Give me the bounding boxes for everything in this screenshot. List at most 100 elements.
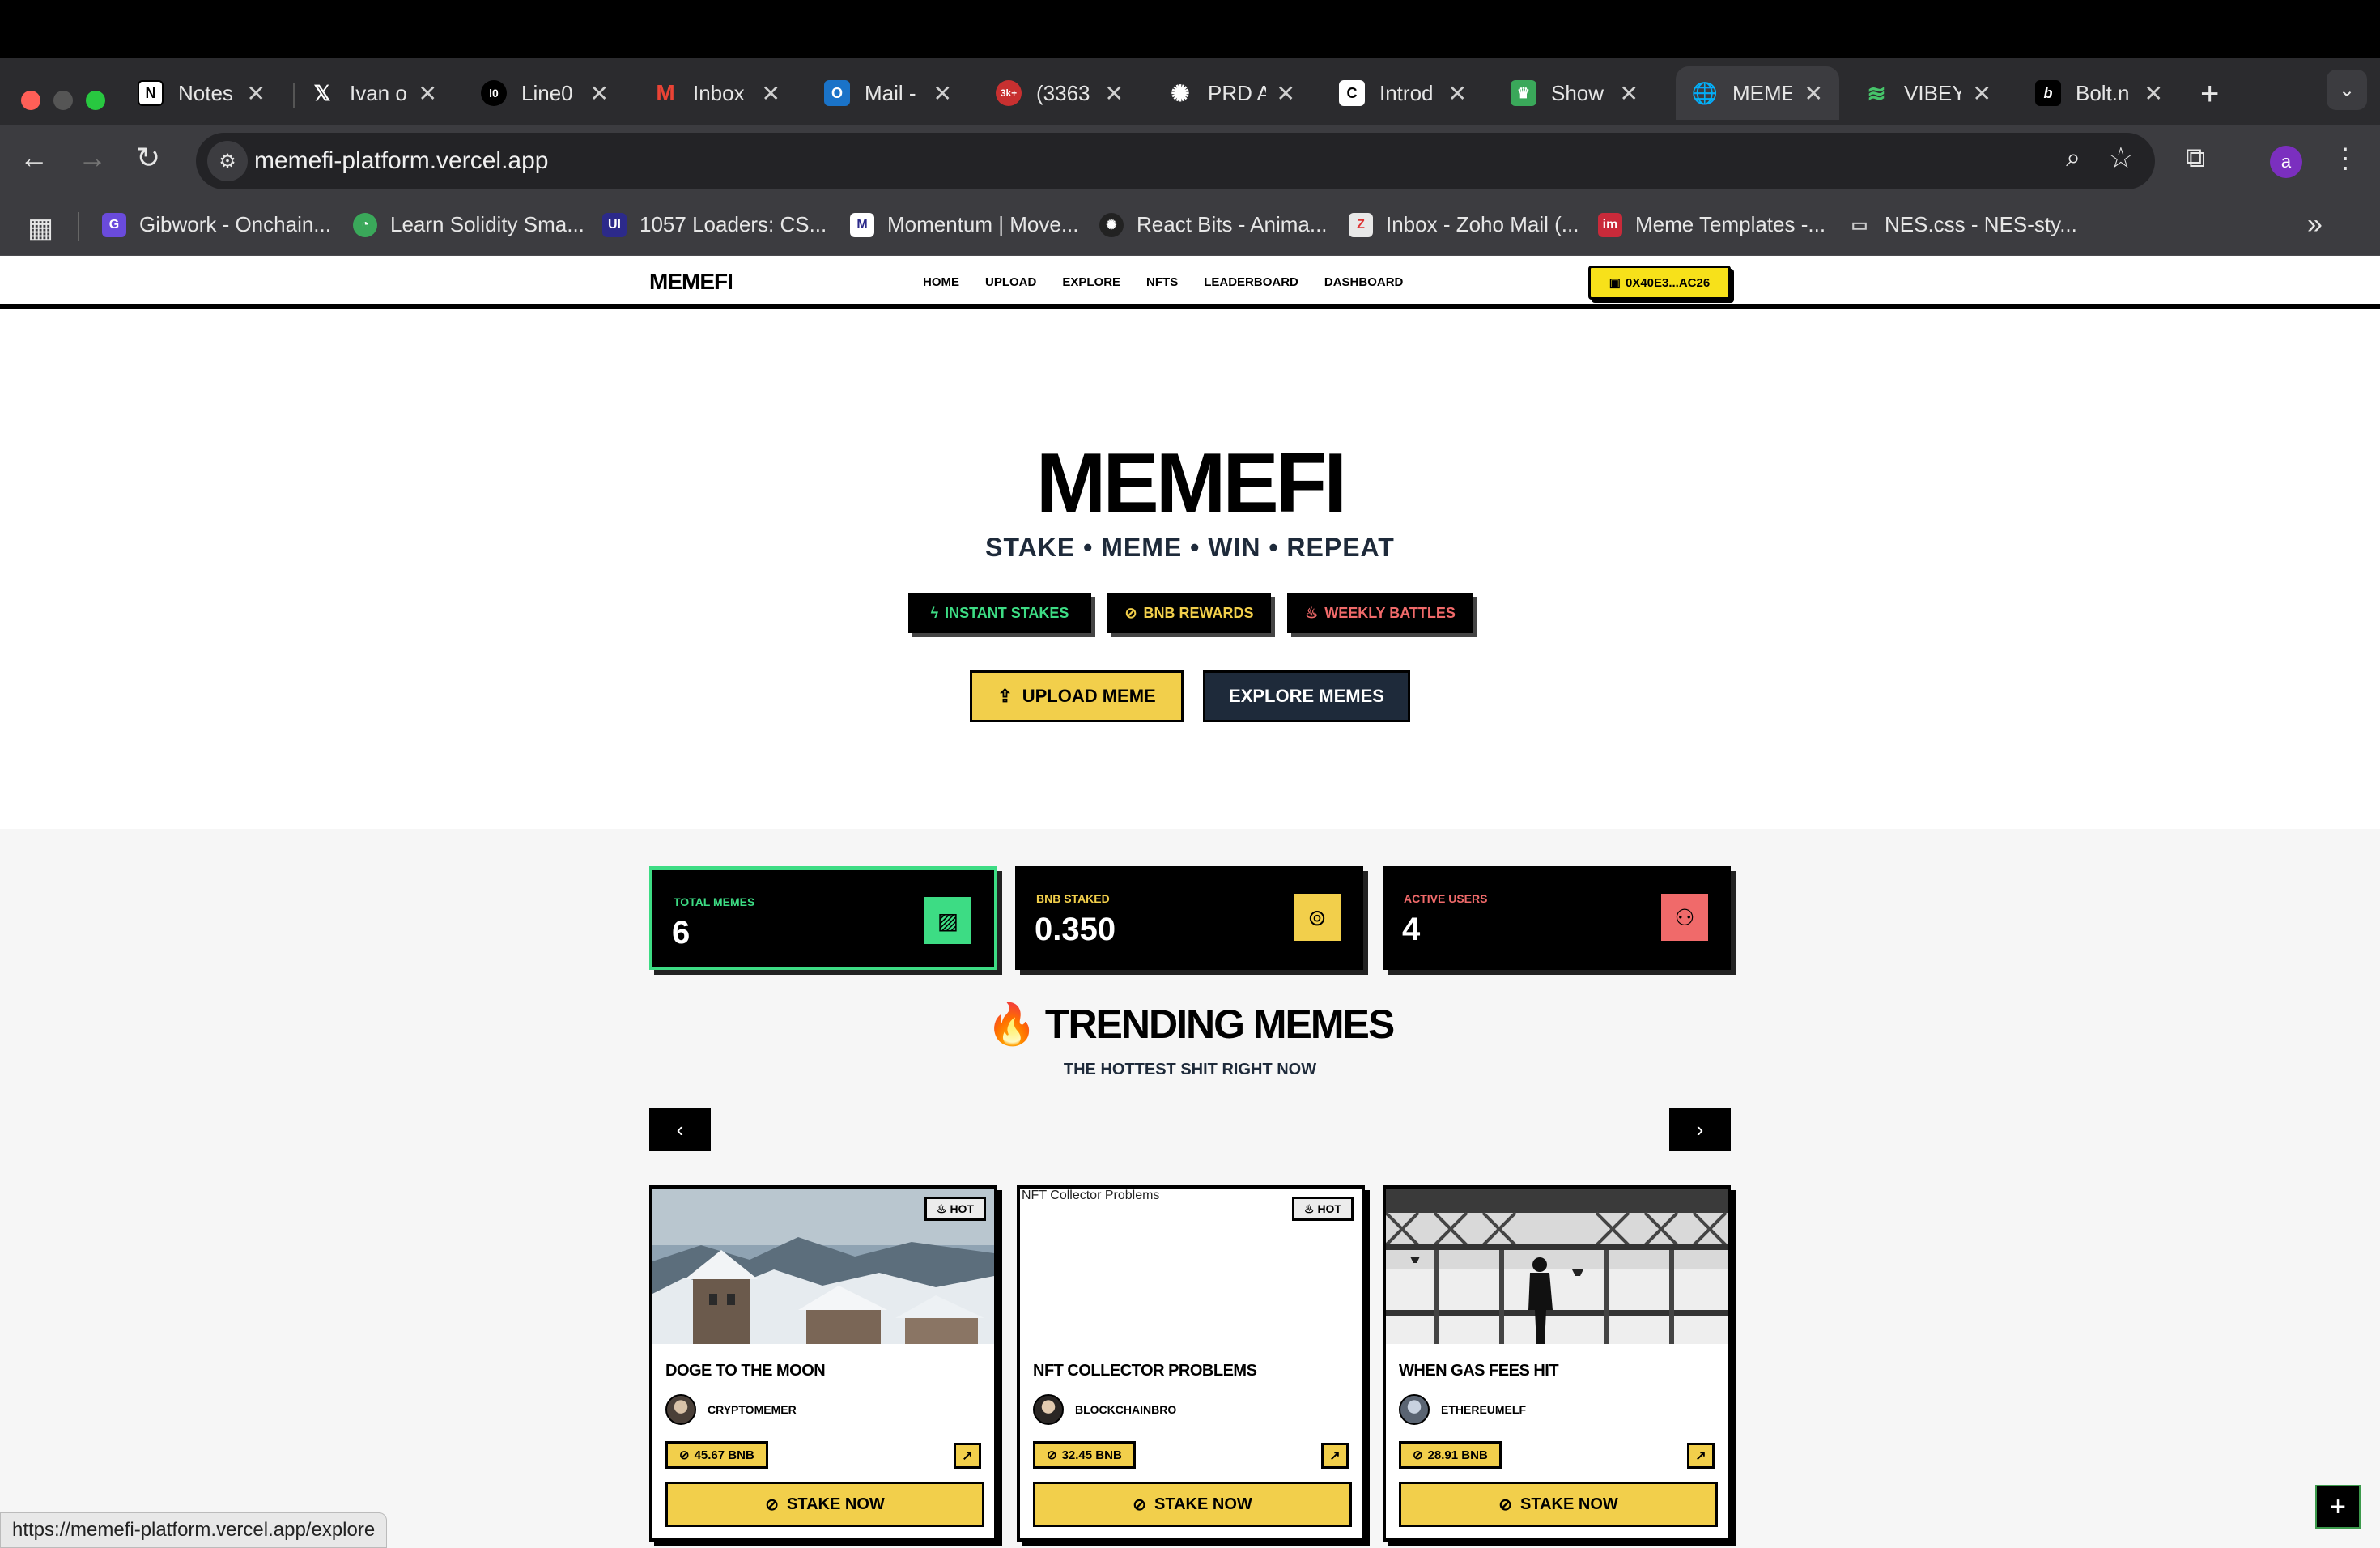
tab-memefi[interactable]: 🌐 MEME ✕ <box>1676 66 1839 120</box>
image-alt-text: NFT Collector Problems <box>1022 1189 1160 1202</box>
bookmark-item[interactable]: ◔ Learn Solidity Sma... <box>353 212 584 237</box>
bookmark-item[interactable]: ▭ NES.css - NES-sty... <box>1847 212 2077 237</box>
hero-tagline: STAKE • MEME • WIN • REPEAT <box>985 533 1395 562</box>
site-settings-icon[interactable]: ⚙ <box>207 141 248 181</box>
coins-icon: ⊘ <box>1498 1495 1513 1514</box>
forward-icon[interactable]: → <box>78 141 107 175</box>
flame-icon: ♨ <box>1303 1201 1315 1215</box>
close-window-button[interactable] <box>21 91 40 110</box>
hot-badge: ♨ HOT <box>924 1197 986 1221</box>
tab-line0[interactable]: l0 Line0 ✕ <box>457 66 628 120</box>
gmail-icon: M <box>656 80 675 105</box>
close-tab-icon[interactable]: ✕ <box>1804 80 1823 107</box>
new-tab-button[interactable]: + <box>2200 76 2219 113</box>
tab-intro[interactable]: C Introd ✕ <box>1315 66 1486 120</box>
notion-icon: N <box>138 80 164 106</box>
tab-mail[interactable]: O Mail - ✕ <box>800 66 971 120</box>
tab-prd[interactable]: ✺ PRD A ✕ <box>1143 66 1315 120</box>
tab-search-button[interactable]: ⌄ <box>2327 70 2367 110</box>
close-tab-icon[interactable]: ✕ <box>1973 80 1991 107</box>
minimize-window-button[interactable] <box>53 91 73 110</box>
image-icon: ▨ <box>924 897 971 944</box>
meme-title[interactable]: NFT COLLECTOR PROBLEMS <box>1033 1362 1257 1380</box>
close-tab-icon[interactable]: ✕ <box>590 80 609 107</box>
reload-icon[interactable]: ↻ <box>136 141 160 175</box>
maximize-window-button[interactable] <box>86 91 105 110</box>
wallet-icon: ▣ <box>1609 276 1621 290</box>
meme-card[interactable]: ♨ HOT DOGE TO THE MOON CRYPTOMEMER ⊘ 45.… <box>649 1185 997 1542</box>
explore-memes-button[interactable]: EXPLORE MEMES <box>1203 670 1410 722</box>
creator-info[interactable]: BLOCKCHAINBRO <box>1033 1394 1176 1425</box>
open-external-icon[interactable]: ↗ <box>954 1443 981 1469</box>
close-tab-icon[interactable]: ✕ <box>1620 80 1638 107</box>
stake-now-button[interactable]: ⊘ STAKE NOW <box>665 1482 984 1527</box>
close-tab-icon[interactable]: ✕ <box>1277 80 1295 107</box>
bookmark-star-icon[interactable]: ☆ <box>2108 141 2134 175</box>
close-tab-icon[interactable]: ✕ <box>247 80 266 107</box>
zoom-icon[interactable]: ⌕ <box>2066 142 2080 173</box>
bookmark-item[interactable]: Z Inbox - Zoho Mail (... <box>1349 212 1579 237</box>
tab-show[interactable]: ♛ Show ✕ <box>1486 66 1658 120</box>
hero-title: MEMEFI <box>1035 436 1347 530</box>
tab-vibey[interactable]: ≋ VIBEY ✕ <box>1839 66 2011 120</box>
floating-add-button[interactable]: + <box>2315 1485 2361 1529</box>
extensions-icon[interactable]: ⧉ <box>2186 142 2205 174</box>
open-external-icon[interactable]: ↗ <box>1321 1443 1349 1469</box>
doc-icon: C <box>1339 80 1365 106</box>
loaders-icon: UI <box>602 212 627 237</box>
tab-notifications[interactable]: 3k+ (3363 ✕ <box>971 66 1143 120</box>
carousel-next-button[interactable]: › <box>1669 1108 1731 1151</box>
coins-icon: ⊘ <box>1133 1495 1147 1514</box>
close-tab-icon[interactable]: ✕ <box>762 80 780 107</box>
bookmark-item[interactable]: G Gibwork - Onchain... <box>102 212 331 237</box>
tab-ivan[interactable]: 𝕏 Ivan on ✕ <box>285 66 457 120</box>
nav-nfts[interactable]: NFTS <box>1146 275 1178 289</box>
profile-avatar[interactable]: a <box>2270 146 2302 178</box>
tab-notes[interactable]: N Notes ✕ <box>113 66 285 120</box>
close-tab-icon[interactable]: ✕ <box>419 80 437 107</box>
meme-card[interactable]: WHEN GAS FEES HIT ETHEREUMELF ⊘ 28.91 BN… <box>1383 1185 1731 1542</box>
carousel-prev-button[interactable]: ‹ <box>649 1108 711 1151</box>
coins-icon: ⊘ <box>1124 604 1137 621</box>
upload-meme-button[interactable]: ⇪ UPLOAD MEME <box>970 670 1184 722</box>
nav-dashboard[interactable]: DASHBOARD <box>1324 275 1404 289</box>
nav-explore[interactable]: EXPLORE <box>1062 275 1120 289</box>
address-bar[interactable]: ⚙ memefi-platform.vercel.app ⌕ ☆ <box>196 133 2155 189</box>
bookmark-item[interactable]: ✺ React Bits - Anima... <box>1099 212 1328 237</box>
bookmark-item[interactable]: im Meme Templates -... <box>1598 212 1825 237</box>
wallet-button[interactable]: ▣ 0X40E3...AC26 <box>1588 266 1731 300</box>
stake-now-button[interactable]: ⊘ STAKE NOW <box>1033 1482 1352 1527</box>
browser-menu-icon[interactable]: ⋮ <box>2331 142 2359 175</box>
more-bookmarks-icon[interactable]: » <box>2307 209 2323 240</box>
bookmark-item[interactable]: UI 1057 Loaders: CS... <box>602 212 827 237</box>
tab-inbox[interactable]: M Inbox ✕ <box>628 66 800 120</box>
stake-amount-badge: ⊘ 45.67 BNB <box>665 1441 768 1469</box>
globe-icon: 🌐 <box>1691 80 1719 105</box>
tab-bolt[interactable]: b Bolt.n ✕ <box>2011 66 2182 120</box>
meme-image[interactable] <box>1386 1189 1728 1344</box>
nav-home[interactable]: HOME <box>923 275 959 289</box>
x-icon: 𝕏 <box>313 80 331 105</box>
coins-icon: ⊘ <box>765 1495 780 1514</box>
nav-leaderboard[interactable]: LEADERBOARD <box>1204 275 1298 289</box>
zoho-icon: Z <box>1349 212 1373 237</box>
nav-upload[interactable]: UPLOAD <box>985 275 1036 289</box>
creator-info[interactable]: ETHEREUMELF <box>1399 1394 1526 1425</box>
close-tab-icon[interactable]: ✕ <box>1448 80 1467 107</box>
meme-title[interactable]: DOGE TO THE MOON <box>665 1362 826 1380</box>
coins-icon: ⊘ <box>679 1448 690 1462</box>
url-text[interactable]: memefi-platform.vercel.app <box>254 147 548 175</box>
close-tab-icon[interactable]: ✕ <box>1105 80 1124 107</box>
bookmark-item[interactable]: M Momentum | Move... <box>850 212 1079 237</box>
close-tab-icon[interactable]: ✕ <box>933 80 952 107</box>
site-logo[interactable]: MEMEFI <box>649 269 733 295</box>
apps-grid-icon[interactable]: ▦ <box>28 212 53 245</box>
back-icon[interactable]: ← <box>19 141 49 175</box>
stake-now-button[interactable]: ⊘ STAKE NOW <box>1399 1482 1718 1527</box>
creator-info[interactable]: CRYPTOMEMER <box>665 1394 797 1425</box>
close-tab-icon[interactable]: ✕ <box>2144 80 2163 107</box>
meme-title[interactable]: WHEN GAS FEES HIT <box>1399 1362 1559 1380</box>
open-external-icon[interactable]: ↗ <box>1687 1443 1715 1469</box>
meme-card[interactable]: NFT Collector Problems ♨ HOT NFT COLLECT… <box>1017 1185 1365 1542</box>
nav-links: HOME UPLOAD EXPLORE NFTS LEADERBOARD DAS… <box>923 275 1403 289</box>
